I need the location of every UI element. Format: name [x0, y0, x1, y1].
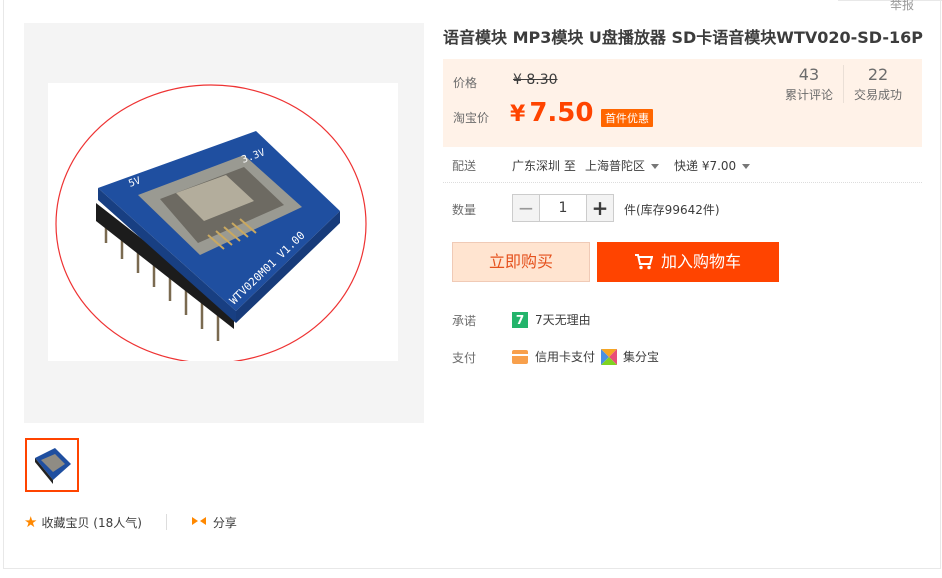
main-product-image[interactable]: 2012.01.12 3.3V 5V WTV020M01 V1.00 — [24, 23, 424, 423]
stat-value: 43 — [798, 65, 820, 84]
share-link[interactable]: 分享 — [213, 514, 237, 531]
payment-label: 支付 — [452, 351, 477, 365]
payment-methods: 信用卡支付 集分宝 — [512, 348, 659, 365]
decrement-button[interactable]: − — [512, 194, 540, 222]
stat-label: 交易成功 — [853, 88, 902, 102]
ship-to-value: 上海普陀区 — [585, 159, 646, 173]
ship-to-select[interactable]: 上海普陀区 — [585, 157, 660, 174]
quantity-input[interactable] — [540, 194, 586, 222]
quantity-label: 数量 — [452, 203, 477, 217]
promise-text: 7天无理由 — [535, 313, 591, 327]
sales-stats: 43 累计评论 22 交易成功 — [775, 65, 912, 103]
price-label: 价格 — [453, 76, 478, 90]
product-photo: 2012.01.12 3.3V 5V WTV020M01 V1.00 — [48, 83, 398, 364]
credit-card-icon — [512, 349, 528, 364]
social-bar: ★ 收藏宝贝 (18人气) 分享 — [24, 513, 237, 531]
divider — [443, 182, 922, 183]
seven-day-icon: 7 — [512, 311, 528, 328]
stat-reviews[interactable]: 43 累计评论 — [775, 65, 843, 103]
stat-label: 累计评论 — [784, 88, 833, 102]
add-to-cart-button[interactable]: 加入购物车 — [597, 242, 779, 282]
original-price: ¥ 8.30 — [513, 72, 558, 88]
ship-from: 广东深圳 至 — [512, 159, 576, 173]
cart-icon — [634, 254, 654, 270]
buy-now-button[interactable]: 立即购买 — [452, 242, 590, 282]
star-icon[interactable]: ★ — [24, 513, 37, 531]
shipping-fee-select[interactable]: 快递 ¥7.00 — [674, 157, 751, 174]
add-to-cart-label: 加入购物车 — [660, 252, 741, 271]
thumbnail-1[interactable] — [25, 438, 79, 492]
current-price-value: 7.50 — [529, 98, 594, 128]
current-price: ¥7.50 — [510, 98, 593, 128]
jifenbao-payment[interactable]: 集分宝 — [623, 348, 659, 365]
stat-value: 22 — [867, 65, 889, 84]
social-divider — [165, 514, 167, 530]
shipping-label: 配送 — [452, 159, 477, 173]
credit-card-payment[interactable]: 信用卡支付 — [535, 348, 595, 365]
share-icon[interactable] — [191, 515, 207, 530]
promise-item[interactable]: 7 7天无理由 — [512, 311, 591, 328]
stock-info: 件(库存99642件) — [624, 203, 720, 217]
product-title: 语音模块 MP3模块 U盘播放器 SD卡语音模块WTV020-SD-16P — [443, 28, 924, 47]
shipping-fee-value: 快递 ¥7.00 — [674, 159, 737, 173]
report-link[interactable]: 举报 — [890, 0, 914, 13]
jifenbao-icon — [601, 348, 618, 365]
promo-badge: 首件优惠 — [601, 109, 653, 127]
currency-symbol: ¥ — [510, 102, 526, 127]
chevron-down-icon — [742, 164, 751, 169]
chevron-down-icon — [651, 164, 660, 169]
quantity-stepper: − + — [512, 194, 614, 222]
favorite-link[interactable]: 收藏宝贝 (18人气) — [41, 514, 141, 531]
increment-button[interactable]: + — [586, 194, 614, 222]
promise-label: 承诺 — [452, 314, 477, 328]
stat-transactions[interactable]: 22 交易成功 — [842, 65, 912, 103]
taobao-price-label: 淘宝价 — [453, 111, 490, 125]
price-panel: 价格 ¥ 8.30 淘宝价 ¥7.50 首件优惠 43 累计评论 22 交易成功 — [443, 59, 922, 147]
